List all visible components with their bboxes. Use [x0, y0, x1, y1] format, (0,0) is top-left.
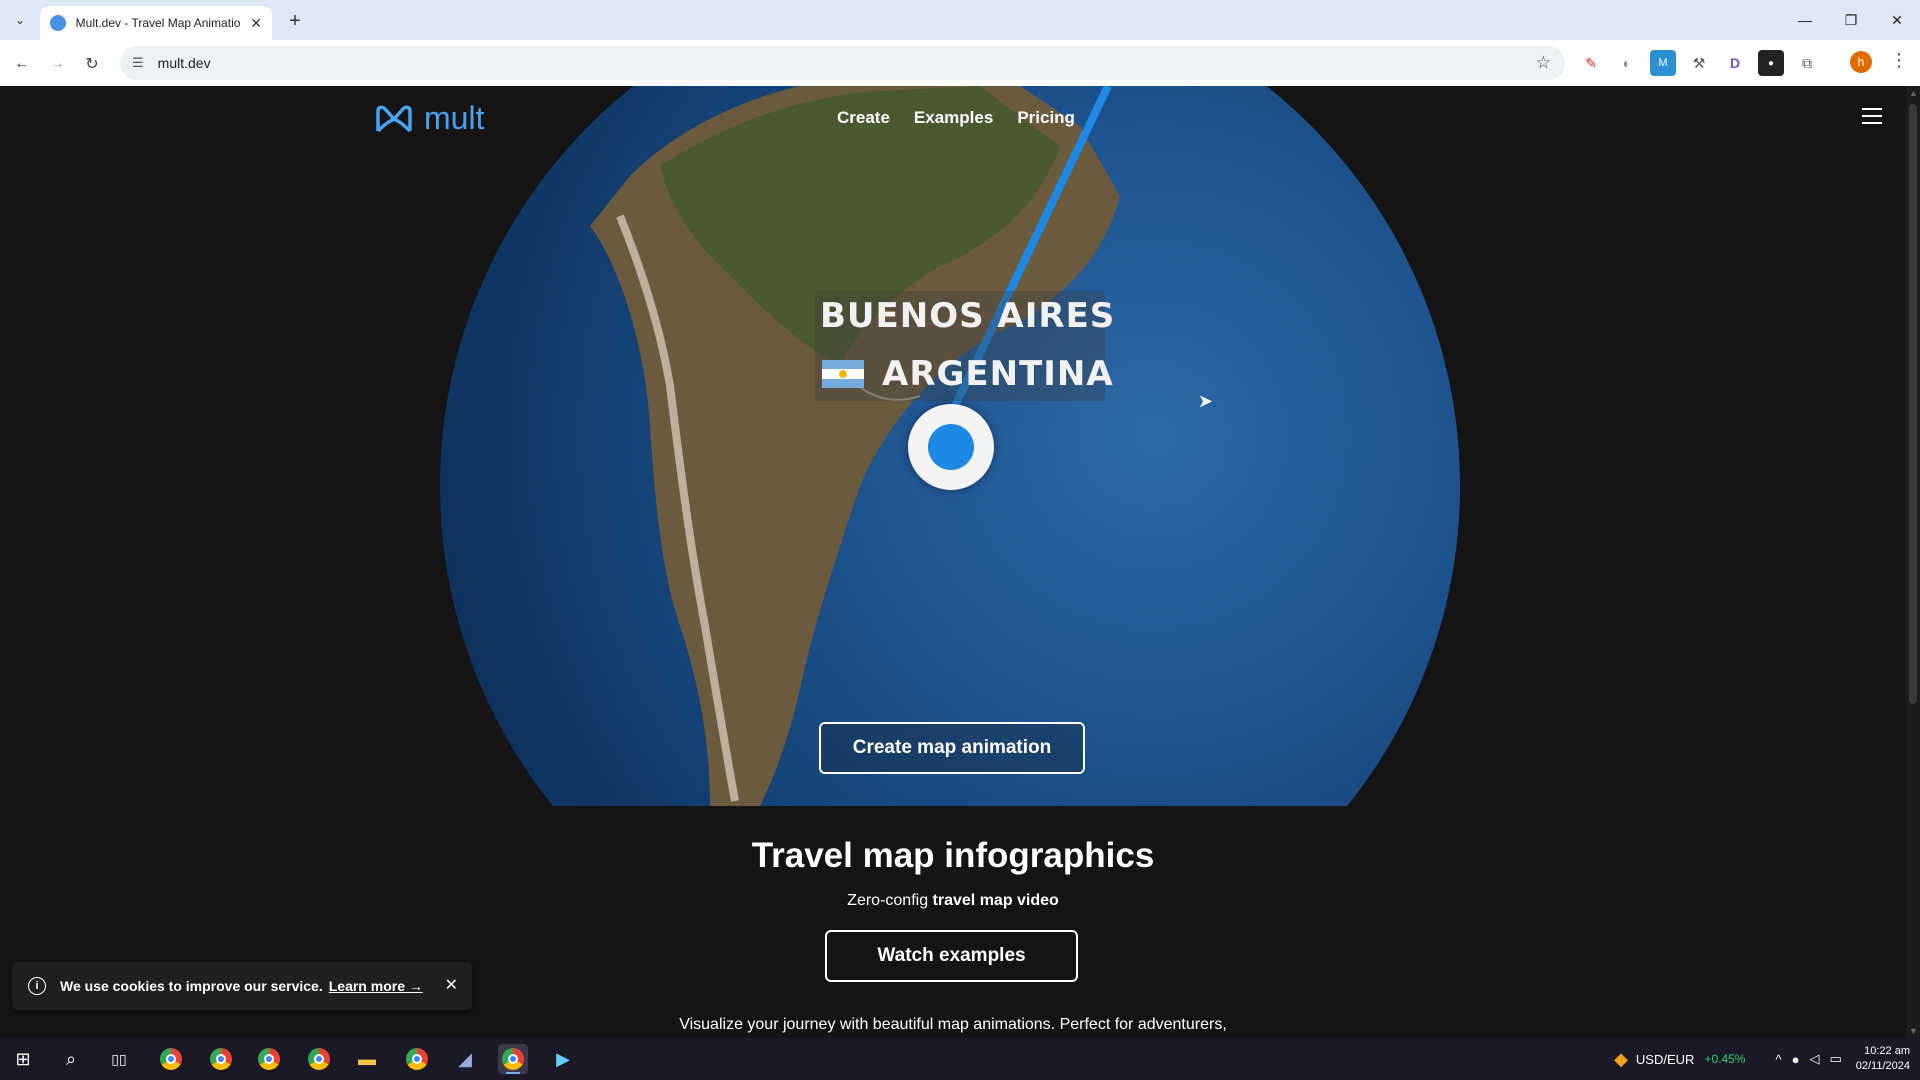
cookie-message: We use cookies to improve our service.: [60, 978, 323, 994]
page-scrollbar[interactable]: ▲ ▼: [1906, 86, 1920, 1038]
back-arrow-icon[interactable]: ←: [10, 52, 34, 76]
minimize-button[interactable]: —: [1782, 0, 1828, 40]
chevron-up-icon[interactable]: ^: [1775, 1052, 1781, 1067]
close-window-button[interactable]: ✕: [1874, 0, 1920, 40]
page-viewport: BUENOS AIRES ARGENTINA ➤ mult Create Exa…: [0, 86, 1906, 1038]
mult-logo-icon: [376, 105, 412, 132]
currency-pair[interactable]: USD/EUR: [1636, 1052, 1695, 1067]
hero-map: BUENOS AIRES ARGENTINA ➤: [0, 86, 1906, 806]
dark-extension-icon[interactable]: ●: [1758, 50, 1784, 76]
browser-menu-icon[interactable]: ⋮: [1890, 50, 1908, 71]
currency-icon[interactable]: ◆: [1614, 1049, 1628, 1070]
pen-extension-icon[interactable]: ✎: [1578, 50, 1604, 76]
city-label: BUENOS AIRES: [820, 296, 1116, 336]
file-explorer-icon[interactable]: ▬: [352, 1044, 382, 1074]
search-icon[interactable]: ⌕: [56, 1044, 86, 1074]
create-map-animation-button[interactable]: Create map animation: [819, 722, 1085, 774]
watch-examples-button[interactable]: Watch examples: [825, 930, 1078, 982]
chrome-profile-taskbar-icon[interactable]: [402, 1044, 432, 1074]
app-taskbar-icon[interactable]: ▶: [548, 1044, 578, 1074]
section-title: Travel map infographics: [751, 836, 1155, 875]
scrollbar-thumb[interactable]: [1909, 104, 1917, 704]
site-favicon-icon: [50, 15, 66, 31]
d-extension-icon[interactable]: D: [1722, 50, 1748, 76]
site-info-icon[interactable]: ☰: [132, 55, 144, 71]
country-label: ARGENTINA: [822, 354, 1114, 394]
site-header: mult Create Examples Pricing: [0, 86, 1906, 150]
new-tab-button[interactable]: +: [282, 8, 308, 34]
subtitle-bold: travel map video: [932, 892, 1059, 909]
clock-date: 02/11/2024: [1855, 1060, 1910, 1072]
url-text[interactable]: mult.dev: [158, 55, 211, 71]
profile-avatar[interactable]: h: [1850, 51, 1872, 73]
cookie-close-icon[interactable]: ✕: [445, 975, 458, 995]
reload-icon[interactable]: ↻: [80, 52, 104, 76]
scroll-up-icon[interactable]: ▲: [1909, 88, 1918, 98]
m-extension-icon[interactable]: M: [1650, 50, 1676, 76]
section-subtitle: Zero-config travel map video: [0, 892, 1906, 910]
extension-icon[interactable]: ◐: [1614, 50, 1640, 76]
location-pin: [908, 404, 994, 490]
volume-icon[interactable]: ◁: [1809, 1051, 1819, 1067]
windows-start-icon[interactable]: ⊞: [8, 1044, 38, 1074]
info-icon: i: [28, 977, 46, 995]
argentina-flag-icon: [822, 360, 864, 388]
hamburger-menu-icon[interactable]: [1862, 108, 1882, 124]
nav-pricing[interactable]: Pricing: [1017, 108, 1075, 128]
chrome-taskbar-icon[interactable]: [156, 1044, 186, 1074]
tools-extension-icon[interactable]: ⚒: [1686, 50, 1712, 76]
scroll-down-icon[interactable]: ▼: [1909, 1026, 1918, 1036]
country-name: ARGENTINA: [882, 354, 1114, 394]
microphone-icon[interactable]: ●: [1792, 1052, 1800, 1067]
mouse-cursor-icon: ➤: [1198, 391, 1214, 411]
chrome-profile-taskbar-icon[interactable]: [254, 1044, 284, 1074]
chrome-active-taskbar-icon[interactable]: [498, 1044, 528, 1074]
tab-strip: ⌄ Mult.dev - Travel Map Animatio ✕ + — ❐…: [0, 0, 1920, 40]
main-nav: Create Examples Pricing: [837, 108, 1075, 128]
tab-title: Mult.dev - Travel Map Animatio: [75, 16, 241, 30]
forward-arrow-icon[interactable]: →: [45, 52, 69, 76]
network-icon[interactable]: ▭: [1829, 1051, 1841, 1067]
nav-examples[interactable]: Examples: [914, 108, 993, 128]
notes-app-icon[interactable]: ◢: [450, 1044, 480, 1074]
puzzle-extensions-icon[interactable]: ⧉: [1794, 50, 1820, 76]
mult-logo[interactable]: mult: [374, 100, 484, 137]
description-text: Visualize your journey with beautiful ma…: [679, 1016, 1227, 1033]
clock-time: 10:22 am: [1864, 1045, 1910, 1057]
chrome-profile-taskbar-icon[interactable]: [304, 1044, 334, 1074]
tab-search-icon[interactable]: ⌄: [8, 9, 32, 31]
browser-chrome: ⌄ Mult.dev - Travel Map Animatio ✕ + — ❐…: [0, 0, 1920, 86]
browser-tab-active[interactable]: Mult.dev - Travel Map Animatio ✕: [40, 6, 272, 40]
browser-toolbar: ← → ↻ ☰ mult.dev ☆ ✎ ◐ M ⚒ D ● ⧉: [0, 40, 1920, 86]
cookie-banner: i We use cookies to improve our service.…: [12, 962, 472, 1010]
taskbar: ⊞ ⌕ ▯▯ ▬ ◢ ▶ ◆ USD/EUR +0.45% ^ ● ◁ ▭ 10…: [0, 1038, 1920, 1080]
logo-text: mult: [424, 100, 485, 136]
pin-dot: [928, 424, 974, 470]
tab-close-icon[interactable]: ✕: [250, 15, 262, 32]
learn-more-link[interactable]: Learn more →: [329, 978, 423, 994]
clock[interactable]: 10:22 am 02/11/2024: [1856, 1044, 1910, 1074]
system-tray: ◆ USD/EUR +0.45% ^ ● ◁ ▭ 10:22 am 02/11/…: [1614, 1038, 1920, 1080]
currency-change: +0.45%: [1704, 1052, 1746, 1066]
subtitle-plain: Zero-config: [847, 892, 933, 909]
extensions-bar: ✎ ◐ M ⚒ D ● ⧉: [1578, 50, 1820, 76]
restore-button[interactable]: ❐: [1828, 0, 1874, 40]
address-bar[interactable]: ☰ mult.dev ☆: [120, 46, 1565, 80]
chrome-profile-taskbar-icon[interactable]: [206, 1044, 236, 1074]
nav-create[interactable]: Create: [837, 108, 890, 128]
bookmark-star-icon[interactable]: ☆: [1536, 53, 1551, 73]
task-view-icon[interactable]: ▯▯: [104, 1044, 134, 1074]
window-controls: — ❐ ✕: [1782, 0, 1920, 40]
